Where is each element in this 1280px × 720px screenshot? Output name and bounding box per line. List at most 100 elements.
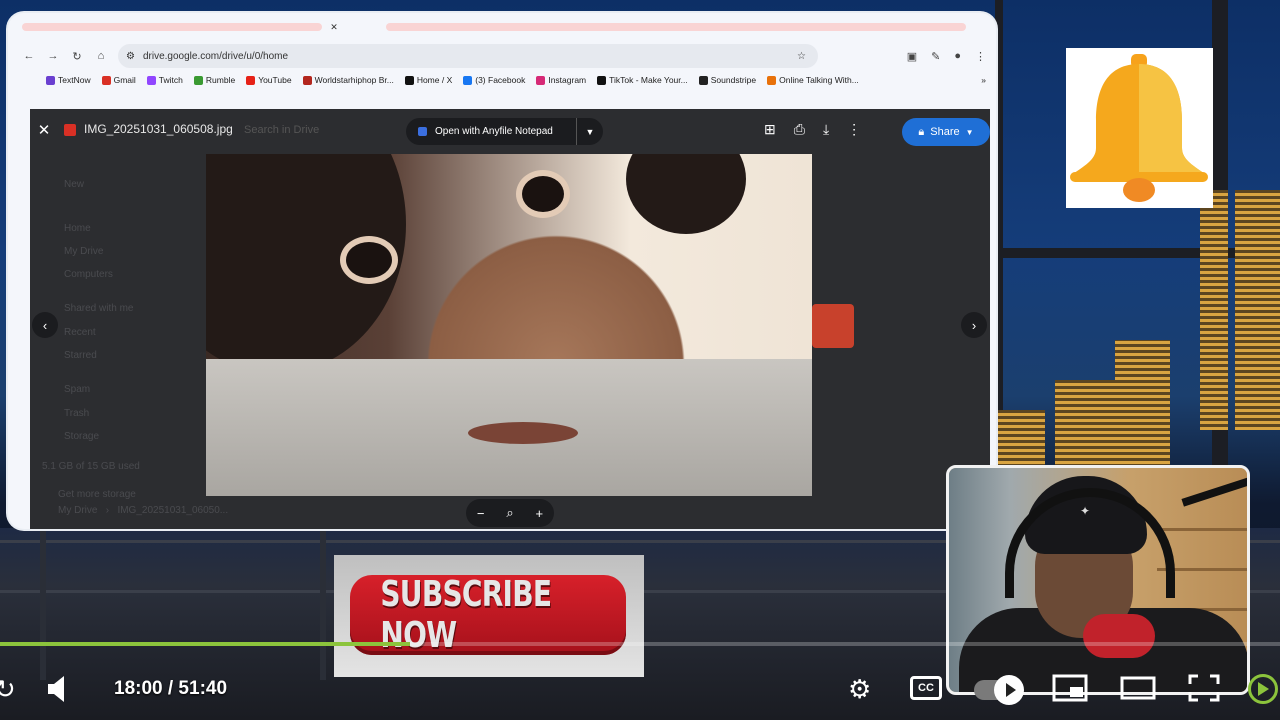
open-with-button[interactable]: Open with Anyfile Notepad ▼ <box>406 118 603 145</box>
seek-progress <box>0 642 410 646</box>
bookmark-favicon-icon <box>767 75 777 85</box>
next-video-icon[interactable] <box>1248 674 1278 704</box>
chevron-down-icon[interactable]: ▼ <box>966 128 974 137</box>
lock-icon: 🔒︎ <box>918 125 925 138</box>
miniplayer-icon[interactable] <box>1052 674 1088 702</box>
zoom-out-icon[interactable]: − <box>477 506 485 521</box>
bookmark-favicon-icon <box>46 75 55 85</box>
bookmark-label: Instagram <box>548 75 587 85</box>
bookmark-item[interactable]: Online Talking With... <box>767 75 859 85</box>
close-tab-icon[interactable]: ✕ <box>328 22 340 33</box>
bookmark-favicon-icon <box>246 75 256 85</box>
bookmark-item[interactable]: Worldstarhiphop Br... <box>302 75 394 85</box>
open-with-label: Open with Anyfile Notepad <box>435 126 553 137</box>
app-icon <box>418 127 427 136</box>
bookmark-label: Online Talking With... <box>779 75 859 85</box>
storage-usage: 5.1 GB of 15 GB used <box>42 461 140 472</box>
replay-icon[interactable]: ↻ <box>0 674 16 705</box>
back-icon[interactable]: ← <box>22 49 36 63</box>
get-storage-button[interactable]: Get more storage <box>58 489 136 500</box>
next-image-icon[interactable]: › <box>961 312 987 338</box>
breadcrumb-root[interactable]: My Drive <box>58 505 97 516</box>
bookmark-item[interactable]: Soundstripe <box>698 75 757 85</box>
bookmark-item[interactable]: Twitch <box>146 75 183 85</box>
bookmark-label: Soundstripe <box>710 75 757 85</box>
browser-tab[interactable] <box>386 23 966 31</box>
bookmark-item[interactable]: Gmail <box>101 75 136 85</box>
bookmark-favicon-icon <box>101 75 111 85</box>
bookmark-item[interactable]: Instagram <box>536 75 586 85</box>
browser-tab[interactable] <box>22 23 322 31</box>
bookmark-favicon-icon <box>193 75 203 85</box>
search-input[interactable]: Search in Drive <box>244 124 319 136</box>
extensions-icon[interactable]: ✎ <box>931 50 940 63</box>
bookmark-item[interactable]: TextNow <box>46 75 91 85</box>
photo-eye <box>522 176 564 212</box>
tab-search-icon[interactable]: ▣ <box>907 50 917 63</box>
captions-button[interactable]: CC <box>910 676 942 700</box>
autoplay-toggle[interactable] <box>974 675 1024 705</box>
gear-icon[interactable]: ⚙ <box>848 674 871 705</box>
sidebar-item[interactable]: Home <box>64 223 91 234</box>
time-display: 18:00 / 51:40 <box>114 678 228 699</box>
player-controls: ↻ 18:00 / 51:40 ⚙ CC <box>0 664 1280 714</box>
railing-post <box>320 530 326 680</box>
sidebar-item[interactable]: Shared with me <box>64 303 133 314</box>
breadcrumb-file[interactable]: IMG_20251031_06050... <box>117 505 228 516</box>
bookmark-label: (3) Facebook <box>475 75 526 85</box>
zoom-search-icon[interactable]: ⌕ <box>506 505 513 521</box>
sidebar-item[interactable]: Spam <box>64 384 90 395</box>
bookmark-label: Twitch <box>158 75 183 85</box>
sidebar-item[interactable]: Starred <box>64 350 97 361</box>
seek-bar[interactable] <box>0 642 1280 646</box>
sidebar-item[interactable]: New <box>64 179 84 190</box>
url-text: drive.google.com/drive/u/0/home <box>142 50 289 62</box>
fullscreen-icon[interactable] <box>1188 674 1220 702</box>
bookmark-item[interactable]: TikTok - Make Your... <box>597 75 688 85</box>
profile-icon[interactable]: ● <box>954 50 961 63</box>
video-frame: ✕ ← → ↻ ⌂ ⚙ drive.google.com/drive/u/0/h… <box>0 0 1280 720</box>
bookmark-item[interactable]: (3) Facebook <box>463 75 525 85</box>
drive-file-viewer: New Home My Drive Computers Shared with me Re… <box>30 109 990 529</box>
sidebar-item[interactable]: Computers <box>64 269 113 280</box>
menu-icon[interactable]: ⋮ <box>975 50 986 63</box>
home-icon[interactable]: ⌂ <box>94 49 108 63</box>
zoom-in-icon[interactable]: + <box>535 506 543 521</box>
sidebar-item[interactable]: Trash <box>64 408 89 419</box>
browser-window: ✕ ← → ↻ ⌂ ⚙ drive.google.com/drive/u/0/h… <box>8 13 996 529</box>
bookmark-item[interactable]: Home / X <box>404 75 452 85</box>
sidebar-item[interactable]: Recent <box>64 327 96 338</box>
more-bookmarks-icon[interactable]: » <box>981 75 986 85</box>
bookmark-favicon-icon <box>404 75 414 85</box>
sidebar-item[interactable]: My Drive <box>64 246 103 257</box>
site-info-icon[interactable]: ⚙ <box>126 51 135 62</box>
file-thumbnail <box>812 304 854 348</box>
reload-icon[interactable]: ↻ <box>70 49 84 63</box>
volume-icon[interactable] <box>44 674 72 704</box>
bookmark-item[interactable]: Rumble <box>193 75 235 85</box>
forward-icon[interactable]: → <box>46 49 60 63</box>
bookmark-favicon-icon <box>146 75 156 85</box>
webcam-overlay: ✦ <box>946 465 1250 695</box>
close-viewer-icon[interactable]: ✕ <box>34 121 54 139</box>
microphone <box>1083 614 1155 658</box>
bookmark-star-icon[interactable]: ☆ <box>797 51 806 62</box>
print-icon[interactable]: ⎙ <box>794 121 805 138</box>
bookmark-label: TikTok - Make Your... <box>609 75 688 85</box>
bookmark-label: Worldstarhiphop Br... <box>314 75 394 85</box>
bookmark-favicon-icon <box>698 75 708 85</box>
url-input[interactable]: ⚙ drive.google.com/drive/u/0/home ☆ <box>118 44 818 68</box>
photo-eye <box>346 242 392 278</box>
previous-image-icon[interactable]: ‹ <box>32 312 58 338</box>
bookmark-item[interactable]: YouTube <box>246 75 292 85</box>
zoom-controls: − ⌕ + <box>466 499 554 527</box>
add-comment-icon[interactable]: ⊞ <box>764 121 776 138</box>
sidebar-item[interactable]: Storage <box>64 431 99 442</box>
theater-mode-icon[interactable] <box>1120 674 1156 702</box>
wall-plank <box>1157 528 1247 531</box>
download-icon[interactable]: ⤓ <box>823 121 829 138</box>
photo-lips <box>468 422 578 444</box>
more-options-icon[interactable]: ⋮ <box>847 121 861 138</box>
caret-down-icon[interactable]: ▼ <box>577 127 603 137</box>
share-button[interactable]: 🔒︎ Share ▼ <box>902 118 990 146</box>
